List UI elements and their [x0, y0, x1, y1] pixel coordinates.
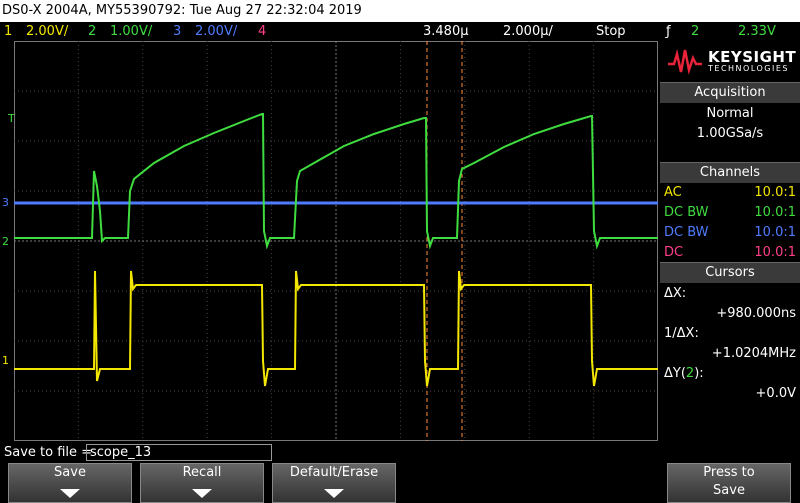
sample-rate: 1.00GSa/s: [696, 126, 764, 141]
ch3-ground-marker[interactable]: 3: [2, 196, 9, 209]
save-softkey[interactable]: Save: [8, 463, 132, 503]
down-arrow-icon: [192, 489, 212, 498]
cursor-dy-value: +0.0V: [755, 386, 796, 401]
down-arrow-icon: [324, 489, 344, 498]
channels-body: AC 10.0:1 DC BW 10.0:1 DC BW 10.0:1 DC 1…: [660, 183, 800, 263]
save-softkey-label: Save: [54, 465, 86, 480]
ch3-coupling: DC BW: [664, 225, 709, 240]
channel-row-3: DC BW 10.0:1: [660, 223, 800, 243]
ch3-probe: 10.0:1: [754, 225, 796, 240]
ch1-number[interactable]: 1: [4, 22, 12, 41]
acquisition-body: Normal 1.00GSa/s: [660, 104, 800, 144]
ch1-coupling: AC: [664, 185, 682, 200]
trigger-level: 2.33V: [738, 24, 776, 39]
ch1-probe: 10.0:1: [754, 185, 796, 200]
acquisition-header[interactable]: Acquisition: [660, 82, 800, 103]
waveform-display[interactable]: [14, 41, 658, 441]
cursors-header[interactable]: Cursors: [660, 262, 800, 283]
press-to-save-softkey[interactable]: Press to Save: [667, 463, 791, 503]
ch2-scale: 1.00V/: [110, 24, 153, 39]
cursor-inv-label: 1/ΔX:: [664, 326, 699, 341]
down-arrow-icon: [60, 489, 80, 498]
cursor-inv-value: +1.0204MHz: [711, 346, 796, 361]
time-scale: 2.000µ/: [503, 24, 553, 39]
cursor-dy-label: ΔY(2):: [664, 366, 704, 381]
ch3-number[interactable]: 3: [173, 22, 181, 41]
press-save-label: Save: [713, 483, 745, 498]
ch2-probe: 10.0:1: [754, 205, 796, 220]
window-title: DS0-X 2004A, MY55390792: Tue Aug 27 22:3…: [0, 0, 800, 22]
logo-subtitle: TECHNOLOGIES: [708, 63, 789, 73]
ch4-probe: 10.0:1: [754, 245, 796, 260]
graticule-and-traces: [14, 41, 658, 441]
recall-softkey[interactable]: Recall: [140, 463, 264, 503]
ch1-trace: [14, 270, 658, 387]
cursor-dx-value-row: +980.000ns: [660, 304, 800, 324]
cursor-inv-value-row: +1.0204MHz: [660, 344, 800, 364]
side-panel: KEYSIGHT TECHNOLOGIES Acquisition Normal…: [660, 41, 800, 441]
channel-row-2: DC BW 10.0:1: [660, 203, 800, 223]
cursor-dy-value-row: +0.0V: [660, 384, 800, 404]
ch2-number[interactable]: 2: [88, 22, 96, 41]
trigger-source: 2: [691, 24, 700, 39]
ch3-scale: 2.00V/: [195, 24, 238, 39]
default-erase-softkey[interactable]: Default/Erase: [272, 463, 396, 503]
cursor-dy-label-row: ΔY(2):: [660, 364, 800, 384]
ch4-coupling: DC: [664, 245, 684, 260]
press-to-label: Press to: [703, 465, 755, 480]
logo-brand: KEYSIGHT: [708, 47, 797, 66]
default-erase-softkey-label: Default/Erase: [289, 465, 379, 480]
trigger-level-marker[interactable]: T: [8, 112, 15, 125]
channels-header[interactable]: Channels: [660, 162, 800, 183]
recall-softkey-label: Recall: [182, 465, 222, 480]
ch1-scale: 2.00V/: [26, 24, 69, 39]
cursor-dx-label: ΔX:: [664, 286, 687, 301]
acquisition-mode: Normal: [706, 106, 754, 121]
cursor-dx-value: +980.000ns: [716, 306, 796, 321]
trigger-edge-icon: ƒ: [666, 24, 671, 39]
ch2-coupling: DC BW: [664, 205, 709, 220]
run-state: Stop: [596, 24, 626, 39]
time-delay: 3.480µ: [423, 24, 469, 39]
cursor-inv-label-row: 1/ΔX:: [660, 324, 800, 344]
channel-row-4: DC 10.0:1: [660, 243, 800, 263]
cursor-dy-channel: 2: [685, 366, 695, 381]
filename-field[interactable]: scope_13: [86, 444, 272, 461]
keysight-logo: KEYSIGHT TECHNOLOGIES: [660, 41, 800, 81]
save-filename-bar: Save to file = scope_13: [0, 443, 800, 463]
cursors-body: ΔX: +980.000ns 1/ΔX: +1.0204MHz ΔY(2): +…: [660, 284, 800, 404]
channel-row-1: AC 10.0:1: [660, 183, 800, 203]
ch4-number[interactable]: 4: [258, 22, 266, 41]
ch1-ground-marker[interactable]: 1: [2, 354, 9, 367]
ch2-ground-marker[interactable]: 2: [2, 235, 9, 248]
save-to-file-label: Save to file =: [4, 445, 93, 460]
channel-status-bar: 1 2.00V/ 2 1.00V/ 3 2.00V/ 4 3.480µ 2.00…: [0, 22, 800, 41]
cursor-dx-label-row: ΔX:: [660, 284, 800, 304]
keysight-wave-icon: [668, 49, 702, 75]
